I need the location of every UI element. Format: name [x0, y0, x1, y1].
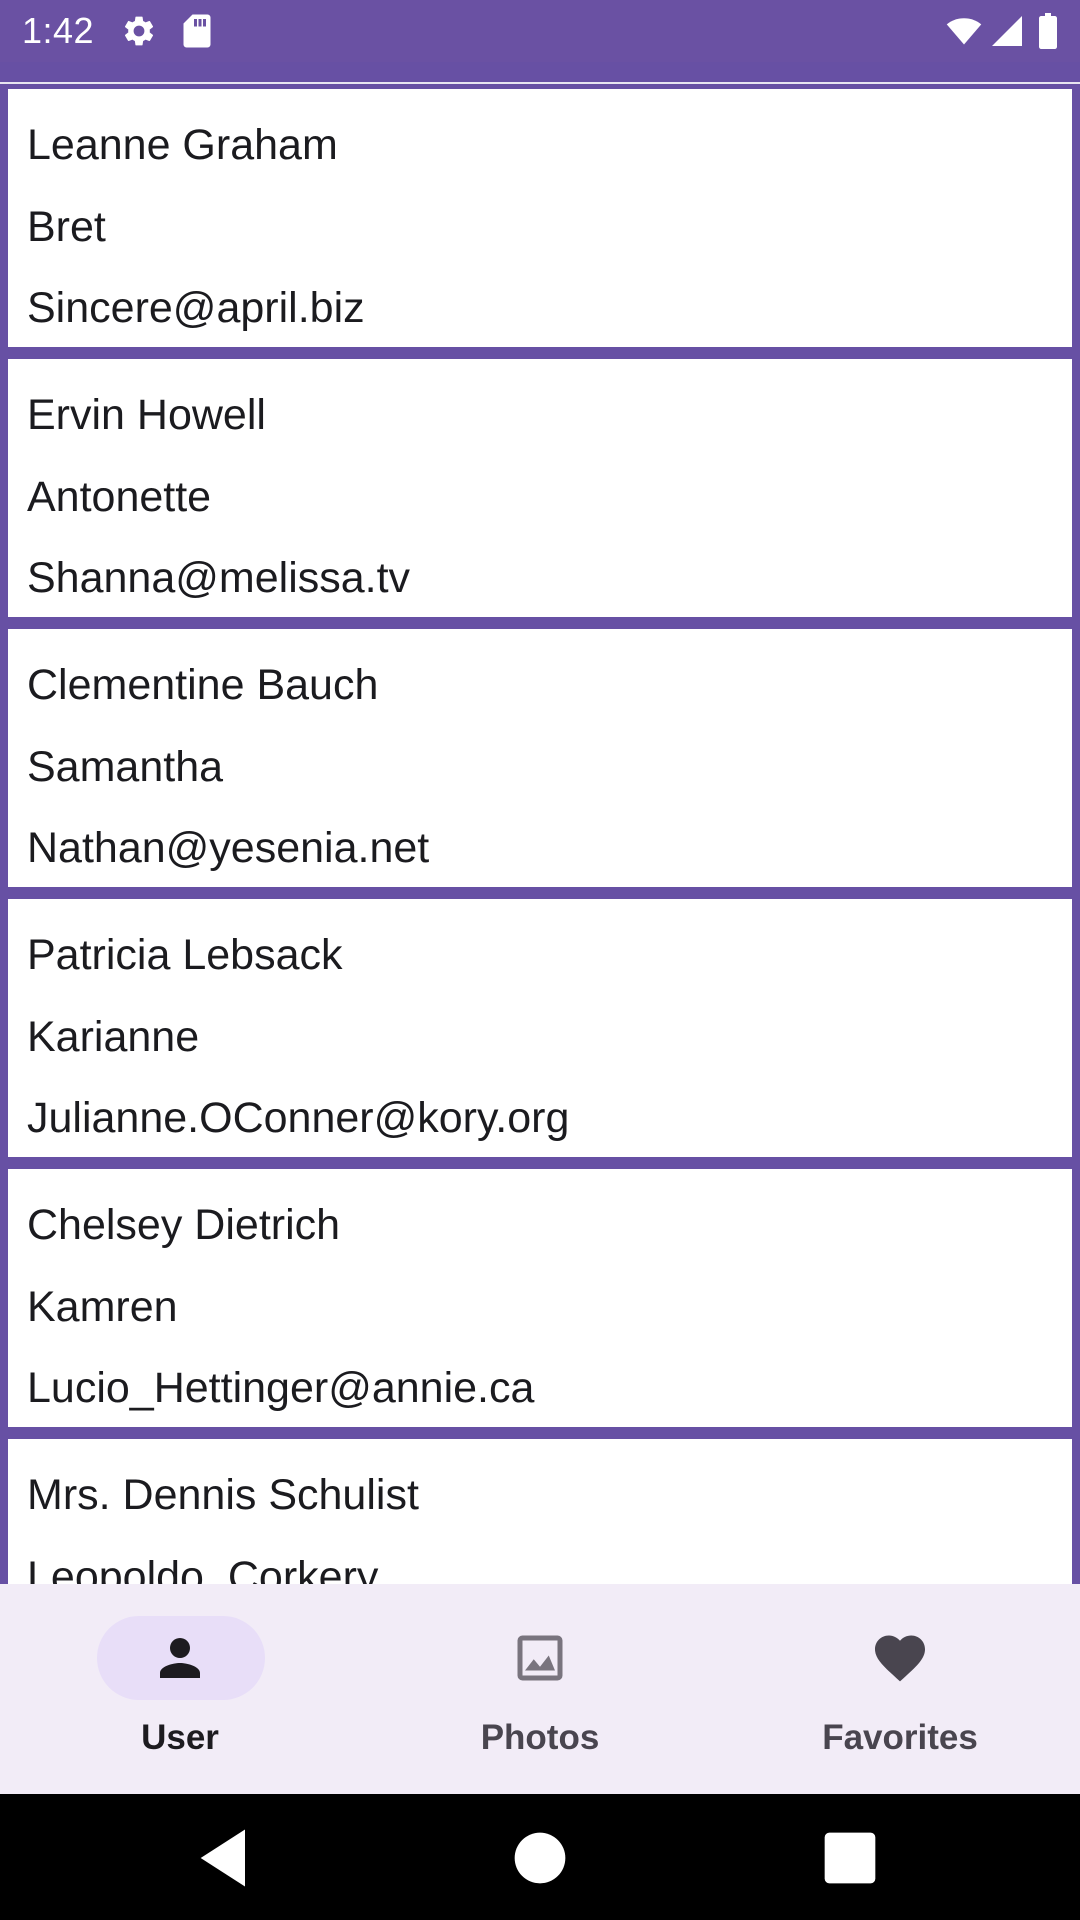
user-card-4[interactable]: Patricia Lebsack Karianne Julianne.OConn…	[8, 899, 1072, 1157]
user-card-6[interactable]: Mrs. Dennis Schulist Leopoldo_Corkery	[8, 1439, 1072, 1584]
user-name: Leanne Graham	[27, 121, 338, 169]
home-icon[interactable]	[502, 1820, 578, 1896]
nav-item-user[interactable]: User	[0, 1584, 360, 1794]
user-name: Patricia Lebsack	[27, 931, 343, 979]
sd-card-icon	[183, 14, 211, 48]
nav-item-photos[interactable]: Photos	[360, 1584, 720, 1794]
user-email: Sincere@april.biz	[27, 284, 365, 332]
system-navigation-bar	[0, 1794, 1080, 1920]
bottom-navigation: User Photos Favorites	[0, 1584, 1080, 1794]
user-email: Lucio_Hettinger@annie.ca	[27, 1364, 535, 1412]
signal-icon	[992, 16, 1022, 46]
user-username: Antonette	[27, 473, 212, 521]
user-card-2[interactable]: Ervin Howell Antonette Shanna@melissa.tv	[8, 359, 1072, 617]
user-username: Bret	[27, 203, 106, 251]
recents-icon[interactable]	[812, 1820, 888, 1896]
user-name: Mrs. Dennis Schulist	[27, 1471, 419, 1519]
battery-icon	[1039, 13, 1057, 49]
nav-item-favorites[interactable]: Favorites	[720, 1584, 1080, 1794]
gear-icon	[124, 16, 154, 46]
nav-label-favorites: Favorites	[822, 1718, 978, 1757]
user-name: Clementine Bauch	[27, 661, 379, 709]
user-name: Ervin Howell	[27, 391, 266, 439]
person-icon	[160, 1638, 200, 1678]
nav-label-photos: Photos	[480, 1718, 600, 1757]
heart-icon	[875, 1635, 925, 1682]
user-username: Karianne	[27, 1013, 200, 1061]
user-card-3[interactable]: Clementine Bauch Samantha Nathan@yesenia…	[8, 629, 1072, 887]
status-time: 1:42	[22, 10, 95, 51]
list-top-divider	[0, 82, 1080, 84]
user-username: Samantha	[27, 743, 224, 791]
user-name: Chelsey Dietrich	[27, 1201, 341, 1249]
user-username: Kamren	[27, 1283, 178, 1331]
user-card-5[interactable]: Chelsey Dietrich Kamren Lucio_Hettinger@…	[8, 1169, 1072, 1427]
user-email: Julianne.OConner@kory.org	[27, 1094, 570, 1142]
status-bar: 1:42	[0, 0, 1080, 62]
user-list[interactable]: Leanne Graham Bret Sincere@april.biz Erv…	[0, 62, 1080, 1584]
user-email: Nathan@yesenia.net	[27, 824, 430, 872]
user-username: Leopoldo_Corkery	[27, 1553, 379, 1584]
image-icon	[517, 1635, 563, 1681]
back-icon[interactable]	[188, 1820, 264, 1896]
nav-label-user: User	[141, 1718, 219, 1757]
user-card-1[interactable]: Leanne Graham Bret Sincere@april.biz	[8, 89, 1072, 347]
user-email: Shanna@melissa.tv	[27, 554, 411, 602]
wifi-icon	[946, 18, 982, 45]
